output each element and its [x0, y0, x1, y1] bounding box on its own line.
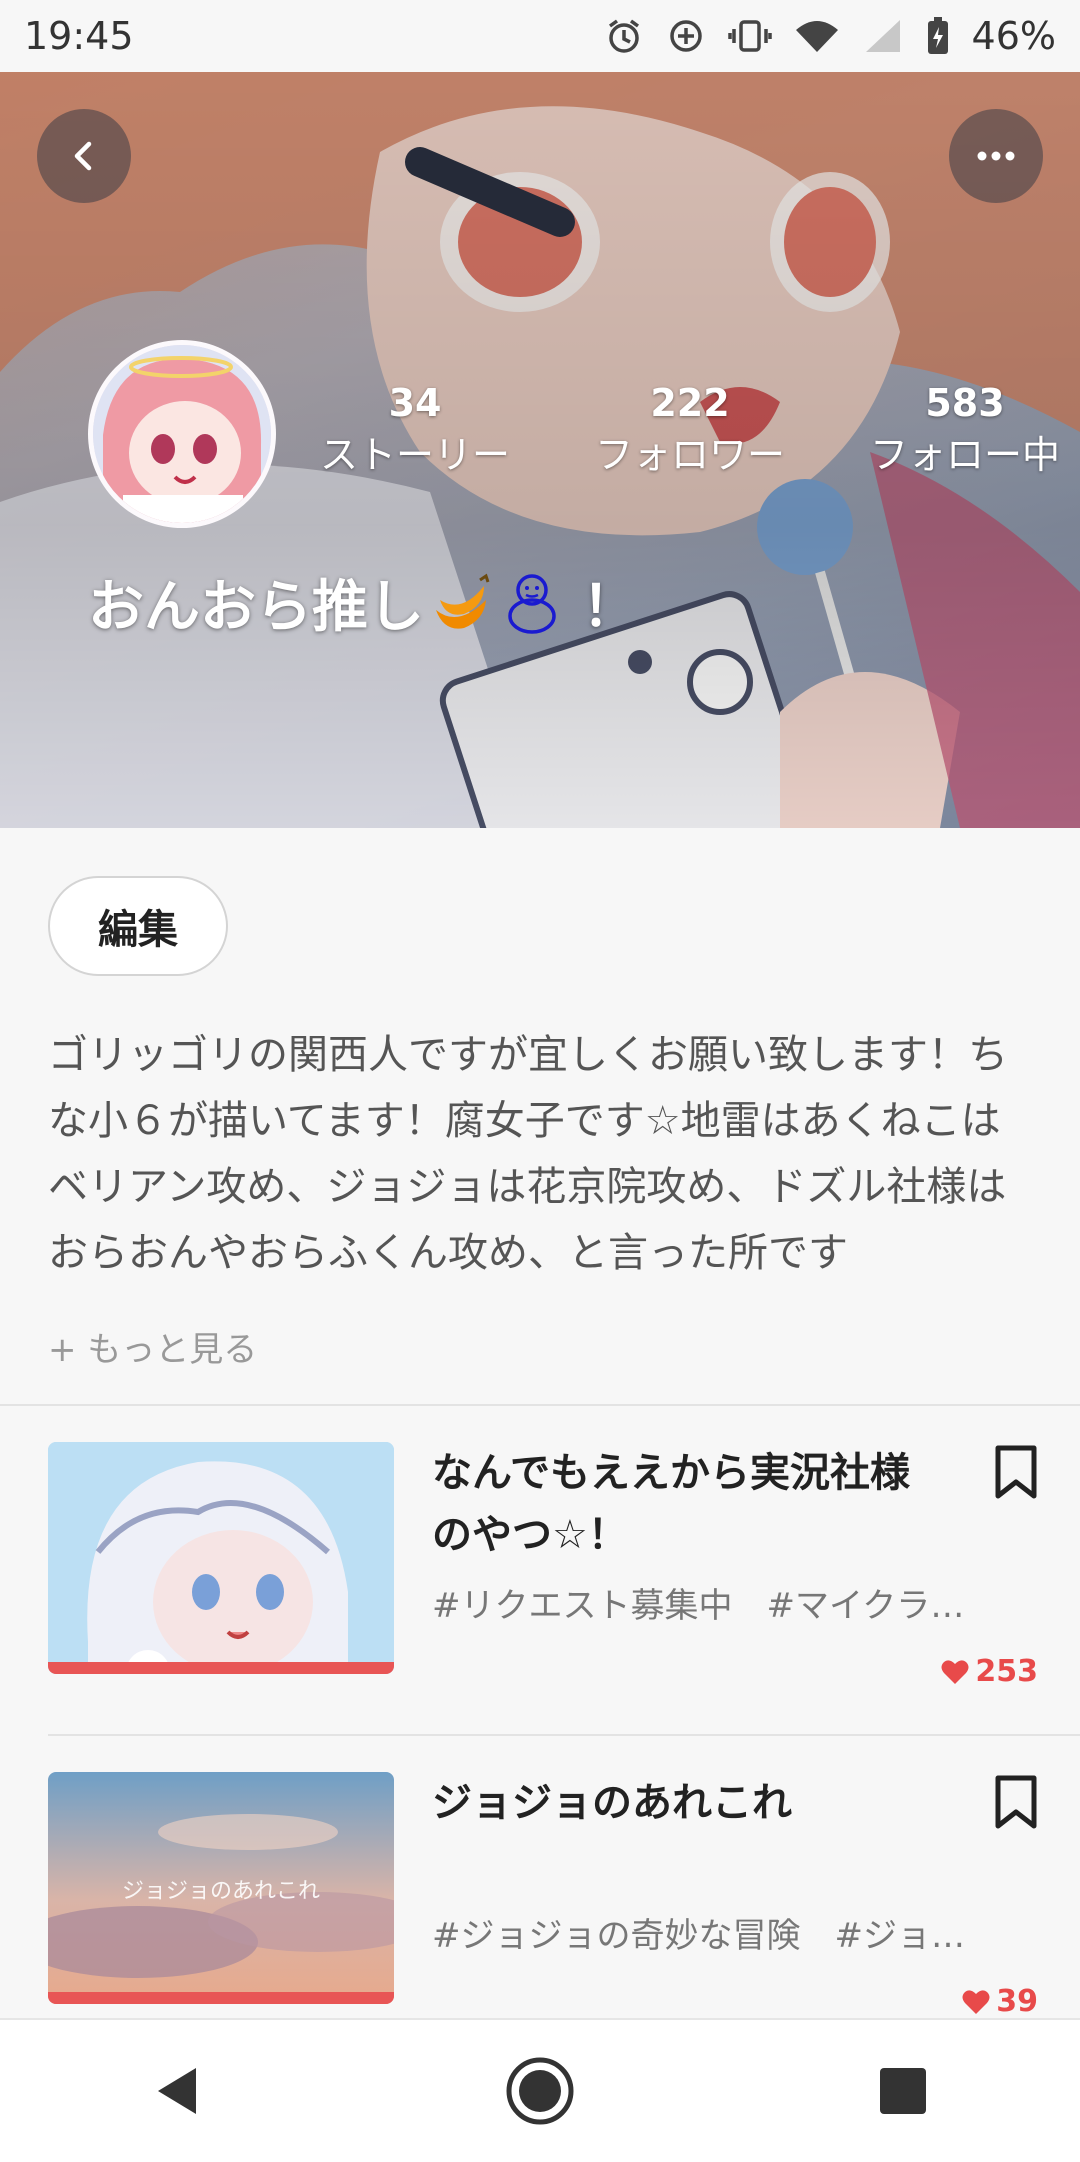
heart-icon	[962, 1989, 990, 2014]
story-thumbnail-caption: ジョジョのあれこれ	[122, 1879, 320, 1904]
wifi-icon	[795, 21, 838, 52]
more-horizontal-icon	[977, 151, 1015, 161]
battery-percent: 46%	[971, 14, 1056, 58]
story-likes: 39	[962, 1984, 1038, 2019]
story-likes: 253	[941, 1654, 1038, 1689]
story-card[interactable]: なんでもええから実況社様のやつ☆！ #リクエスト募集中 #マイクラ実況 253	[48, 1442, 1038, 1689]
snowman-outline-icon	[502, 570, 562, 636]
story-thumbnail[interactable]: ジョジョのあれこれ	[48, 1772, 394, 2004]
story-thumbnail-image	[48, 1442, 394, 1674]
alarm-icon	[608, 19, 639, 53]
story-thumbnail[interactable]	[48, 1442, 394, 1674]
story-progress-bar	[48, 1992, 394, 2004]
stat-followers-value: 222	[650, 381, 730, 425]
story-tag[interactable]: #ジョジョ	[835, 1916, 993, 1956]
heart-icon	[941, 1659, 969, 1684]
story-likes-count: 253	[975, 1654, 1038, 1689]
story-tag[interactable]: #マイクラ実況	[767, 1586, 993, 1626]
home-circle-icon[interactable]	[505, 2056, 575, 2126]
chevron-left-icon	[74, 141, 92, 171]
stat-following[interactable]: 583 フォロー中	[870, 380, 1060, 484]
banana-icon	[428, 570, 494, 636]
show-more-link[interactable]: + もっと見る	[48, 1322, 257, 1371]
status-bar: 19:45 46%	[0, 0, 1080, 72]
stat-stories-label: ストーリー	[320, 433, 511, 477]
bookmark-icon	[995, 1775, 1037, 1829]
story-progress-bar	[48, 1662, 394, 1674]
profile-name-text: おんおら推し	[88, 575, 424, 640]
stat-followers-label: フォロワー	[594, 433, 785, 477]
profile-name-suffix: ！	[582, 575, 638, 640]
story-card[interactable]: ジョジョのあれこれ ジョジョのあれこれ #ジョジョの奇妙な冒険 #ジョジョ 39	[48, 1772, 1038, 2019]
data-saver-icon	[669, 20, 702, 52]
story-tags: #ジョジョの奇妙な冒険 #ジョジョ	[432, 1908, 992, 1957]
avatar[interactable]	[88, 340, 276, 528]
bookmark-button[interactable]	[994, 1444, 1038, 1504]
section-divider	[0, 1404, 1080, 1406]
status-icons: 46%	[604, 14, 1056, 58]
bookmark-icon	[995, 1445, 1037, 1499]
status-time: 19:45	[24, 14, 134, 58]
stat-followers[interactable]: 222 フォロワー	[595, 380, 785, 484]
story-title[interactable]: ジョジョのあれこれ	[432, 1772, 932, 1834]
back-button[interactable]	[37, 109, 131, 203]
recents-square-icon[interactable]	[878, 2066, 928, 2116]
stat-following-value: 583	[925, 381, 1005, 425]
story-likes-count: 39	[996, 1984, 1038, 2019]
profile-name: おんおら推し ！	[88, 562, 638, 643]
profile-header: 34 ストーリー 222 フォロワー 583 フォロー中 おんおら推し ！	[0, 72, 1080, 828]
story-title[interactable]: なんでもええから実況社様のやつ☆！	[432, 1442, 932, 1566]
vibrate-icon	[727, 20, 772, 52]
edit-profile-button[interactable]: 編集	[48, 876, 228, 976]
card-divider	[48, 1734, 1080, 1736]
signal-icon	[865, 20, 900, 52]
profile-stats: 34 ストーリー 222 フォロワー 583 フォロー中	[320, 380, 1060, 484]
profile-bio: ゴリッゴリの関西人ですが宜しくお願い致します！ちな小６が描いてます！腐女子です☆…	[48, 1032, 1008, 1276]
stat-following-label: フォロー中	[869, 433, 1060, 477]
more-options-button[interactable]	[949, 109, 1043, 203]
bookmark-button[interactable]	[994, 1774, 1038, 1834]
avatar-image	[93, 345, 271, 523]
stat-stories[interactable]: 34 ストーリー	[320, 380, 510, 484]
system-nav-bar	[0, 2018, 1080, 2162]
story-tag[interactable]: #リクエスト募集中	[432, 1586, 733, 1626]
story-thumbnail-image: ジョジョのあれこれ	[48, 1772, 394, 2004]
story-tags: #リクエスト募集中 #マイクラ実況	[432, 1578, 992, 1627]
battery-charging-icon	[927, 17, 948, 54]
back-triangle-icon[interactable]	[152, 2064, 202, 2118]
stat-stories-value: 34	[388, 381, 442, 425]
story-tag[interactable]: #ジョジョの奇妙な冒険	[432, 1916, 801, 1956]
